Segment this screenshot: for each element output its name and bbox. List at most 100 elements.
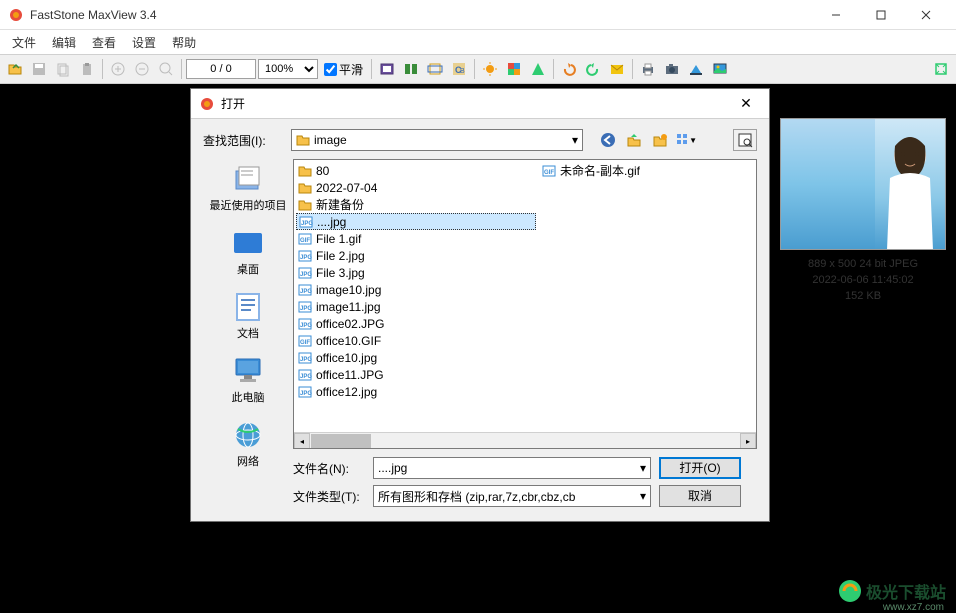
place-recent[interactable]: 最近使用的项目 [210, 163, 287, 213]
horizontal-scrollbar[interactable]: ◂ ▸ [294, 432, 756, 448]
scroll-right-arrow[interactable]: ▸ [740, 433, 756, 449]
wallpaper-button[interactable] [709, 58, 731, 80]
place-thispc[interactable]: 此电脑 [232, 355, 265, 405]
menu-edit[interactable]: 编辑 [44, 32, 84, 53]
zoom-fit-button[interactable] [155, 58, 177, 80]
gif-file-icon: GIF [542, 164, 556, 178]
file-item[interactable]: JPGimage11.jpg [296, 298, 754, 315]
file-item[interactable]: 新建备份 [296, 196, 754, 213]
dropdown-arrow-icon: ▾ [572, 133, 578, 147]
scroll-left-arrow[interactable]: ◂ [294, 433, 310, 449]
file-item[interactable]: GIFFile 1.gif [296, 230, 754, 247]
jpg-file-icon: JPG [298, 266, 312, 280]
place-network[interactable]: 网络 [232, 419, 264, 469]
menu-help[interactable]: 帮助 [164, 32, 204, 53]
file-item[interactable]: 80 [296, 162, 754, 179]
file-item[interactable]: JPGFile 3.jpg [296, 264, 754, 281]
file-item[interactable]: JPGoffice02.JPG [296, 315, 754, 332]
email-button[interactable] [606, 58, 628, 80]
menu-file[interactable]: 文件 [4, 32, 44, 53]
new-folder-button[interactable] [649, 129, 671, 151]
svg-text:GIF: GIF [300, 340, 310, 346]
preview-datetime: 2022-06-06 11:45:02 [780, 272, 946, 288]
file-name: 80 [316, 164, 329, 178]
color-button[interactable] [503, 58, 525, 80]
preview-toggle-button[interactable] [733, 129, 757, 151]
jpg-file-icon: JPG [299, 215, 313, 229]
place-documents[interactable]: 文档 [232, 291, 264, 341]
watermark-icon [838, 579, 862, 603]
filename-input[interactable]: ....jpg ▾ [373, 457, 651, 479]
zoom-out-button[interactable] [131, 58, 153, 80]
app-title: FastStone MaxView 3.4 [30, 8, 813, 22]
file-item[interactable]: GIF未命名-副本.gif [540, 162, 642, 179]
file-name: office02.JPG [316, 317, 384, 331]
preview-filesize: 152 KB [780, 288, 946, 304]
menu-settings[interactable]: 设置 [124, 32, 164, 53]
svg-text:GIF: GIF [300, 238, 310, 244]
file-list-area[interactable]: 802022-07-04新建备份JPG....jpgGIFFile 1.gifJ… [293, 159, 757, 449]
cancel-button[interactable]: 取消 [659, 485, 741, 507]
file-name: File 2.jpg [316, 249, 365, 263]
brightness-button[interactable] [479, 58, 501, 80]
zoom-in-button[interactable] [107, 58, 129, 80]
documents-icon [235, 292, 261, 322]
maximize-button[interactable] [858, 1, 903, 29]
folder-icon [298, 198, 312, 212]
preview-thumbnail [780, 118, 946, 250]
file-item[interactable]: JPGimage10.jpg [296, 281, 754, 298]
smooth-checkbox[interactable]: 平滑 [324, 61, 363, 78]
file-item[interactable]: 2022-07-04 [296, 179, 754, 196]
back-button[interactable] [597, 129, 619, 151]
recent-icon [232, 165, 264, 193]
file-item[interactable]: JPG File 2.jpg [296, 247, 754, 264]
open-file-button[interactable] [4, 58, 26, 80]
thispc-icon [232, 357, 264, 385]
draw-button[interactable]: CB [448, 58, 470, 80]
page-counter[interactable]: 0 / 0 [186, 59, 256, 79]
save-button[interactable] [28, 58, 50, 80]
jpg-file-icon: JPG [298, 249, 312, 263]
paste-button[interactable] [76, 58, 98, 80]
camera-button[interactable] [661, 58, 683, 80]
compare-button[interactable] [400, 58, 422, 80]
close-button[interactable] [903, 1, 948, 29]
dropdown-arrow-icon: ▾ [640, 461, 646, 475]
scanner-button[interactable] [685, 58, 707, 80]
toolbar: 0 / 0 100% 平滑 CB [0, 54, 956, 84]
file-name: office10.jpg [316, 351, 377, 365]
up-button[interactable] [623, 129, 645, 151]
print-button[interactable] [637, 58, 659, 80]
crop-button[interactable] [424, 58, 446, 80]
view-menu-button[interactable]: ▼ [675, 129, 697, 151]
rotate-button[interactable] [527, 58, 549, 80]
fullscreen-button[interactable] [930, 58, 952, 80]
folder-icon [298, 164, 312, 178]
place-desktop[interactable]: 桌面 [232, 227, 264, 277]
copy-button[interactable] [52, 58, 74, 80]
dialog-icon [199, 96, 215, 112]
app-icon [8, 7, 24, 23]
redo-button[interactable] [582, 58, 604, 80]
lookin-label: 查找范围(I): [203, 132, 285, 149]
scroll-thumb[interactable] [311, 434, 371, 448]
jpg-file-icon: JPG [298, 300, 312, 314]
minimize-button[interactable] [813, 1, 858, 29]
undo-button[interactable] [558, 58, 580, 80]
file-item[interactable]: JPG office10.jpg [296, 349, 754, 366]
filetype-select[interactable]: 所有图形和存档 (zip,rar,7z,cbr,cbz,cb ▾ [373, 485, 651, 507]
folder-icon [296, 133, 310, 147]
file-item[interactable]: GIFoffice10.GIF [296, 332, 754, 349]
dialog-close-button[interactable]: ✕ [731, 92, 761, 116]
menu-view[interactable]: 查看 [84, 32, 124, 53]
jpg-file-icon: JPG [298, 351, 312, 365]
slideshow-button[interactable] [376, 58, 398, 80]
file-item[interactable]: JPG....jpg [296, 213, 536, 230]
file-item[interactable]: JPGoffice12.jpg [296, 383, 754, 400]
desktop-icon [232, 231, 264, 255]
svg-text:B: B [460, 68, 465, 75]
file-item[interactable]: JPGoffice11.JPG [296, 366, 754, 383]
open-button[interactable]: 打开(O) [659, 457, 741, 479]
zoom-select[interactable]: 100% [258, 59, 318, 79]
lookin-select[interactable]: image ▾ [291, 129, 583, 151]
